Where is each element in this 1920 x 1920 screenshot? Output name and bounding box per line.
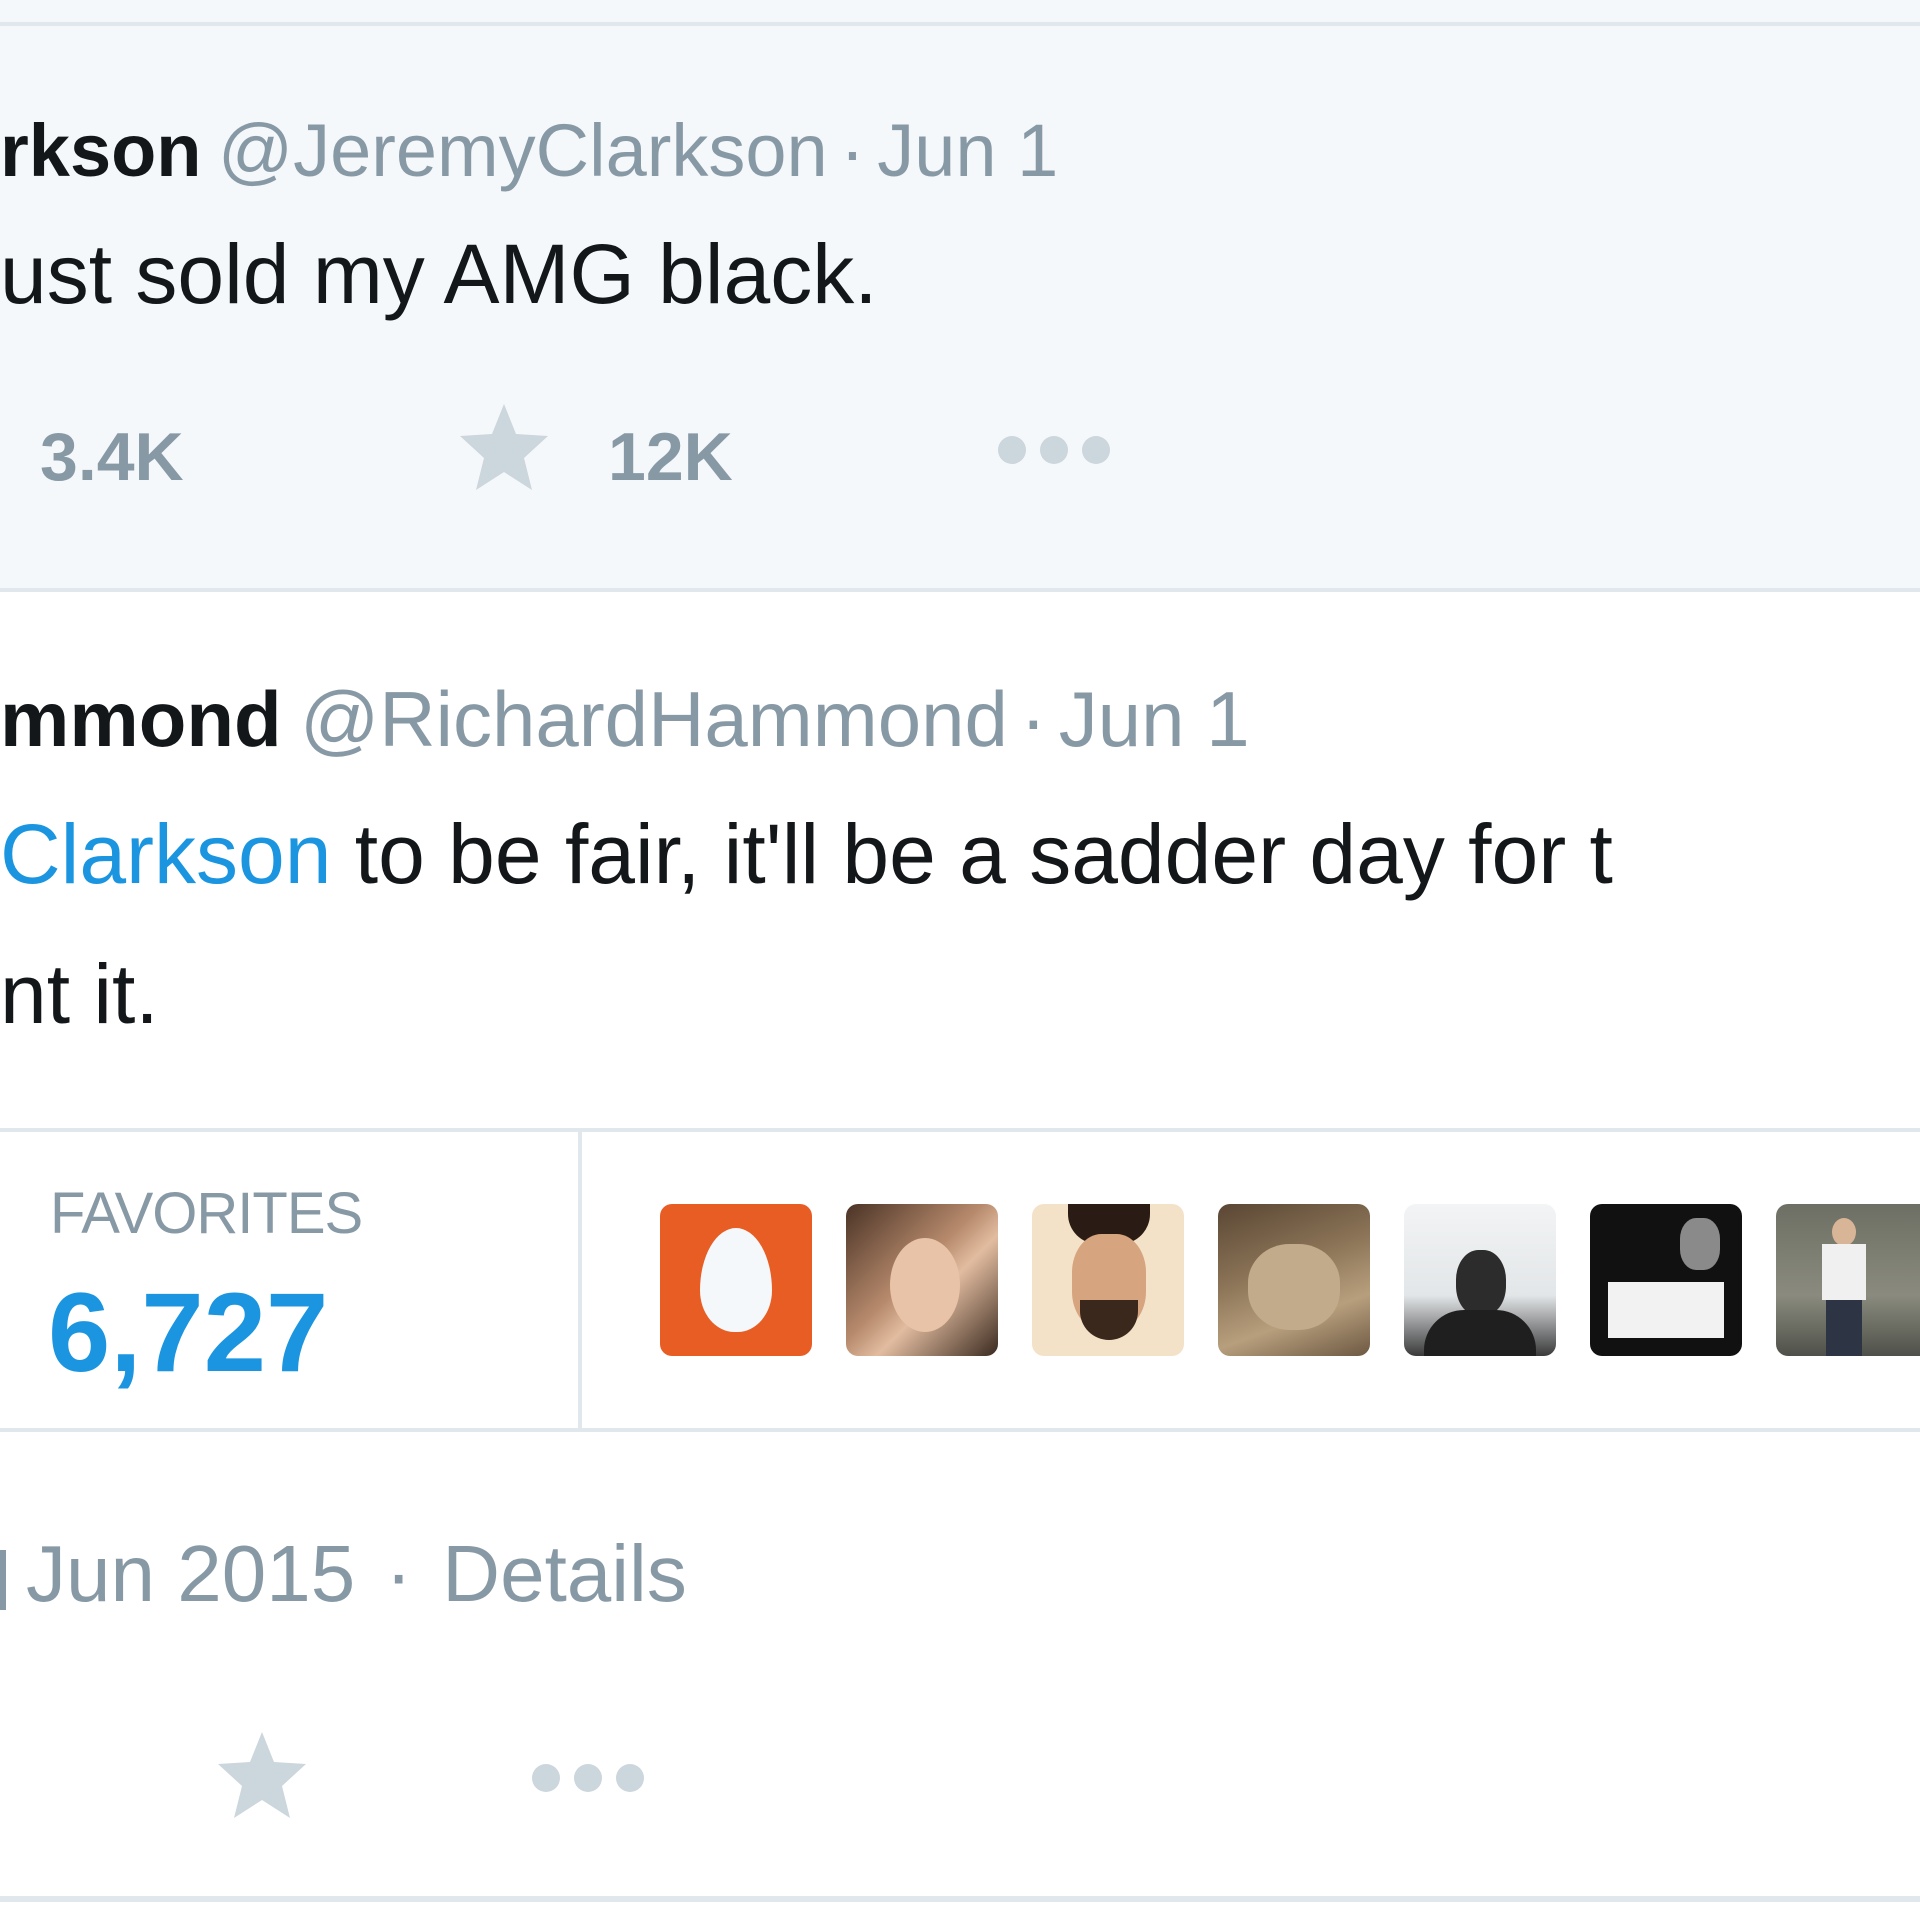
woman-avatar[interactable] [846,1204,998,1356]
dot [1040,436,1068,464]
tweet2-date[interactable]: Jun 1 [1059,675,1250,763]
standing-man-avatar[interactable] [1776,1204,1920,1356]
shirt-shape [1822,1244,1866,1300]
favorites-count[interactable]: 6,727 [48,1268,328,1397]
footer-separator: · [385,1529,413,1618]
tweet-timestamp-row: Jun 2015 · Details [0,1528,687,1620]
tweet-divider [0,588,1920,592]
shoulders-shape [1424,1310,1536,1356]
clipped-glyph [0,1549,6,1610]
tweet1-separator: · [840,109,865,192]
more-options-icon[interactable] [532,1764,644,1792]
cat-face-shape [1248,1244,1340,1330]
top-strip [0,0,1920,24]
trousers-shape [1826,1300,1862,1356]
tweet1-favorite-count[interactable]: 12K [608,418,733,496]
tweet1-favorite-star-icon[interactable] [456,400,552,492]
tweet2-separator: · [1020,675,1047,763]
favorite-star-icon[interactable] [214,1728,310,1820]
face-shape [890,1238,960,1332]
tweet1-author-name[interactable]: rkson [0,109,202,192]
tweet2-text-part: to be fair, it'll be a sadder day for t [331,807,1613,901]
head-shape [1832,1218,1856,1246]
favorites-label: FAVORITES [50,1181,363,1246]
tweet1-author-handle[interactable]: @JeremyClarkson [218,109,828,192]
text-card-avatar[interactable] [1590,1204,1742,1356]
tweet2-text-line1: Clarkson to be fair, it'll be a sadder d… [0,806,1613,903]
man-bw-avatar[interactable] [1404,1204,1556,1356]
tweet2-text-line2: nt it. [0,947,159,1041]
head-shape [1456,1250,1506,1316]
tweet2-header: mmond @RichardHammond · Jun 1 [0,674,1250,765]
tweet1-retweet-count[interactable]: 3.4K [40,418,184,496]
beard-shape [1080,1300,1138,1340]
details-link[interactable]: Details [442,1529,687,1618]
tweet1-more-icon[interactable] [998,436,1110,464]
dot [532,1764,560,1792]
bearded-man-avatar[interactable] [1032,1204,1184,1356]
bottom-divider [0,1896,1920,1902]
egg-avatar[interactable] [660,1204,812,1356]
dot [1082,436,1110,464]
tweet1-header: rkson @JeremyClarkson · Jun 1 [0,108,1058,193]
egg-icon [700,1228,772,1332]
dot [998,436,1026,464]
tweet1-date[interactable]: Jun 1 [877,109,1058,192]
cat-avatar[interactable] [1218,1204,1370,1356]
portrait-shape [1680,1218,1720,1270]
card-shape [1608,1282,1724,1338]
dot [616,1764,644,1792]
tweet-date: Jun 2015 [26,1529,356,1618]
dot [574,1764,602,1792]
tweet1-text: ust sold my AMG black. [0,227,878,321]
stats-vertical-divider [578,1132,582,1430]
stats-top-divider [0,1128,1920,1132]
tweet2-author-handle[interactable]: @RichardHammond [300,675,1008,763]
stats-bottom-divider [0,1428,1920,1432]
mention-link[interactable]: Clarkson [0,807,331,901]
tweet2-author-name[interactable]: mmond [0,675,282,763]
